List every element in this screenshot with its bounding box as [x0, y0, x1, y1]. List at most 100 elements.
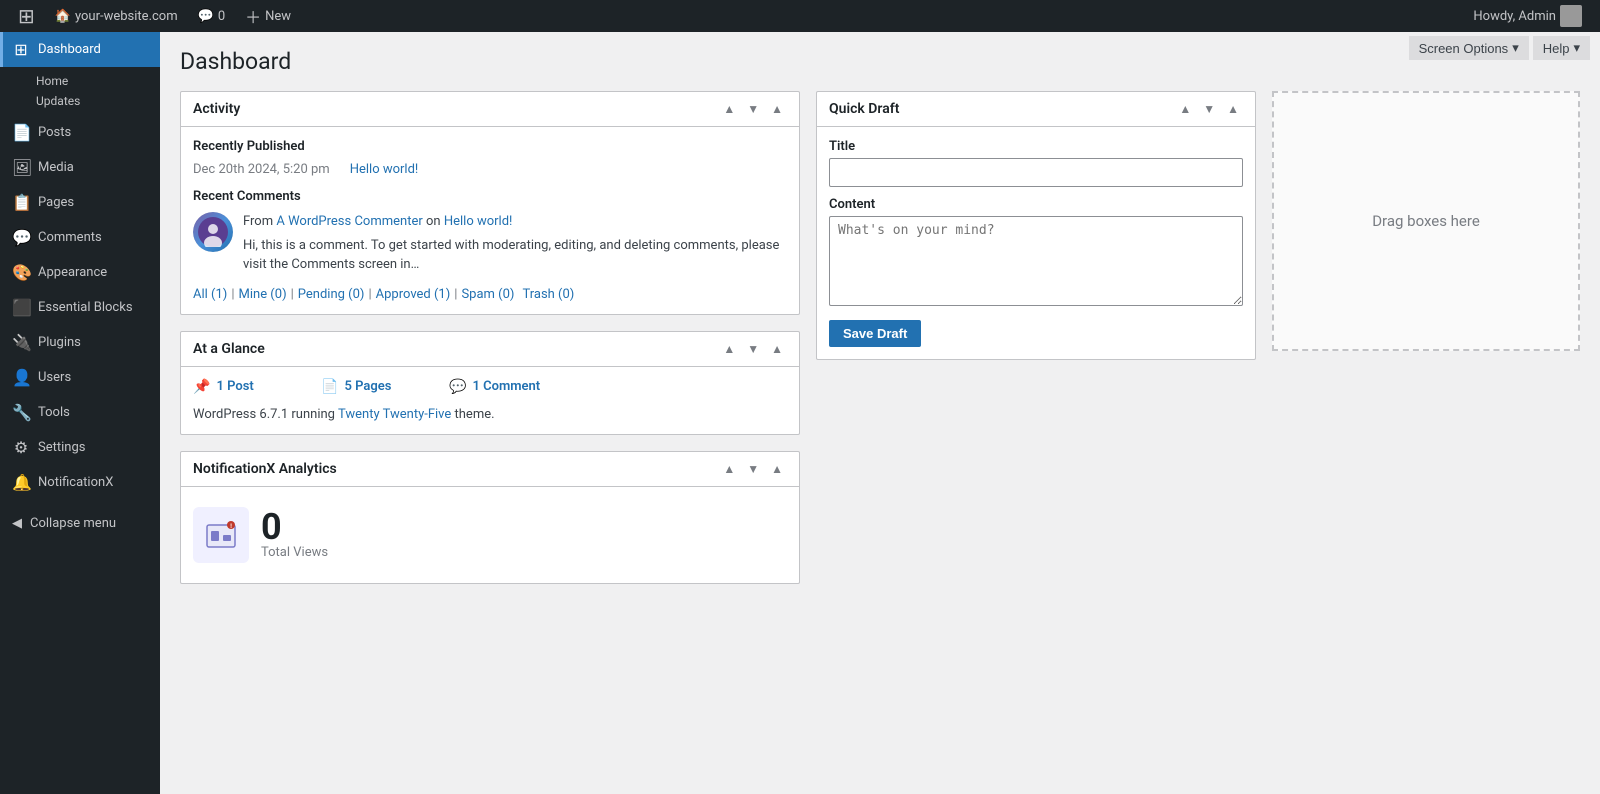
nx-collapse-down-btn[interactable]: ▼ [743, 460, 763, 478]
glance-comments-link[interactable]: 1 Comment [472, 379, 540, 394]
title-input[interactable] [829, 158, 1243, 187]
users-icon: 👤 [12, 368, 30, 387]
dashboard-col-left: Activity ▲ ▼ ▲ Recently Published [180, 91, 800, 584]
recently-published-section: Recently Published Dec 20th 2024, 5:20 p… [193, 139, 787, 177]
wp-logo-link[interactable]: ⊞ [8, 0, 45, 32]
comments-link[interactable]: 💬 0 [188, 0, 236, 32]
content-textarea[interactable] [829, 216, 1243, 306]
sidebar-item-plugins[interactable]: 🔌 Plugins [0, 325, 160, 360]
new-content-link[interactable]: ＋ New [235, 0, 301, 32]
comment-text: Hi, this is a comment. To get started wi… [243, 236, 787, 275]
drag-boxes-text: Drag boxes here [1372, 212, 1480, 230]
recently-published-heading: Recently Published [193, 139, 787, 154]
glance-pages-link[interactable]: 5 Pages [344, 379, 391, 394]
glance-pages-icon: 📄 [321, 379, 338, 395]
sidebar-item-users[interactable]: 👤 Users [0, 360, 160, 395]
activity-collapse-down-btn[interactable]: ▼ [743, 100, 763, 118]
title-field: Title [829, 139, 1243, 187]
sidebar-item-essential-blocks[interactable]: ⬛ Essential Blocks [0, 290, 160, 325]
settings-icon: ⚙ [12, 438, 30, 457]
nx-analytics-icon: ! [203, 517, 239, 553]
filter-trash[interactable]: Trash (0) [522, 287, 574, 302]
sidebar-item-pages[interactable]: 📋 Pages [0, 185, 160, 220]
plugins-icon: 🔌 [12, 333, 30, 352]
filter-mine[interactable]: Mine (0) [239, 287, 287, 302]
close-icon-4: ▲ [1227, 102, 1239, 116]
activity-close-btn[interactable]: ▲ [767, 100, 787, 118]
howdy-text: Howdy, Admin [1473, 9, 1556, 24]
activity-widget-body: Recently Published Dec 20th 2024, 5:20 p… [181, 127, 799, 314]
activity-widget-header: Activity ▲ ▼ ▲ [181, 92, 799, 127]
comments-count: 0 [218, 9, 225, 24]
save-draft-button[interactable]: Save Draft [829, 320, 921, 347]
tools-icon: 🔧 [12, 403, 30, 422]
glance-close-btn[interactable]: ▲ [767, 340, 787, 358]
close-icon-2: ▲ [771, 342, 783, 356]
commenter-name-link[interactable]: A WordPress Commenter [276, 214, 422, 229]
quick-draft-body: Title Content Save Draft [817, 127, 1255, 359]
nx-collapse-up-btn[interactable]: ▲ [719, 460, 739, 478]
qd-close-btn[interactable]: ▲ [1223, 100, 1243, 118]
glance-collapse-up-btn[interactable]: ▲ [719, 340, 739, 358]
sidebar-item-label-appearance: Appearance [38, 265, 107, 280]
quick-draft-title: Quick Draft [829, 101, 899, 117]
filter-spam[interactable]: Spam (0) [461, 287, 514, 302]
screen-meta-links: Screen Options ▾ Help ▾ [1399, 32, 1600, 64]
glance-pages: 📄 5 Pages [321, 379, 441, 395]
sidebar-item-tools[interactable]: 🔧 Tools [0, 395, 160, 430]
nx-close-btn[interactable]: ▲ [767, 460, 787, 478]
qd-collapse-up-btn[interactable]: ▲ [1175, 100, 1195, 118]
collapse-menu-button[interactable]: ◀ Collapse menu [0, 508, 160, 539]
avatar-img [193, 212, 233, 252]
sidebar-item-notificationx[interactable]: 🔔 NotificationX [0, 465, 160, 500]
nx-analytics-row: ! 0 Total Views [193, 499, 787, 571]
help-arrow: ▾ [1573, 40, 1580, 56]
at-a-glance-controls: ▲ ▼ ▲ [719, 340, 787, 358]
at-a-glance-title: At a Glance [193, 341, 265, 357]
sidebar-item-settings[interactable]: ⚙ Settings [0, 430, 160, 465]
sidebar-item-label-dashboard: Dashboard [38, 42, 101, 57]
sidebar-sub-home[interactable]: Home [36, 71, 160, 91]
content-field: Content [829, 197, 1243, 310]
collapse-arrow-icon: ◀ [12, 516, 22, 531]
filter-pending[interactable]: Pending (0) [298, 287, 365, 302]
dashboard-grid: Activity ▲ ▼ ▲ Recently Published [180, 91, 1580, 584]
glance-theme-link[interactable]: Twenty Twenty-Five [338, 407, 451, 422]
glance-posts-link[interactable]: 1 Post [216, 379, 253, 394]
comments-menu-icon: 💬 [12, 228, 30, 247]
arrow-up-icon-4: ▲ [1179, 102, 1191, 116]
site-name-link[interactable]: 🏠 your-website.com [45, 0, 188, 32]
sidebar-item-media[interactable]: 🖼 Media [0, 150, 160, 185]
help-button[interactable]: Help ▾ [1533, 36, 1590, 60]
glance-wp-version: WordPress 6.7.1 [193, 407, 288, 422]
help-label: Help [1543, 41, 1570, 56]
screen-options-button[interactable]: Screen Options ▾ [1409, 36, 1529, 60]
arrow-down-icon-2: ▼ [747, 342, 759, 356]
activity-widget: Activity ▲ ▼ ▲ Recently Published [180, 91, 800, 315]
sidebar-item-comments[interactable]: 💬 Comments [0, 220, 160, 255]
user-info-link[interactable]: Howdy, Admin [1463, 0, 1592, 32]
sidebar-item-dashboard[interactable]: ⊞ Dashboard [0, 32, 160, 67]
notificationx-analytics-body: ! 0 Total Views [181, 487, 799, 583]
published-link[interactable]: Hello world! [350, 162, 419, 177]
pages-icon: 📋 [12, 193, 30, 212]
sidebar-item-posts[interactable]: 📄 Posts [0, 115, 160, 150]
notificationx-analytics-controls: ▲ ▼ ▲ [719, 460, 787, 478]
nx-analytics-stats: 0 Total Views [261, 509, 328, 560]
published-item: Dec 20th 2024, 5:20 pm Hello world! [193, 162, 787, 177]
arrow-down-icon-3: ▼ [747, 462, 759, 476]
sidebar-item-appearance[interactable]: 🎨 Appearance [0, 255, 160, 290]
filter-approved[interactable]: Approved (1) [376, 287, 451, 302]
comment-item: From A WordPress Commenter on Hello worl… [193, 212, 787, 275]
glance-running-text: running [291, 407, 335, 422]
activity-collapse-up-btn[interactable]: ▲ [719, 100, 739, 118]
glance-collapse-down-btn[interactable]: ▼ [743, 340, 763, 358]
qd-collapse-down-btn[interactable]: ▼ [1199, 100, 1219, 118]
filter-all[interactable]: All (1) [193, 287, 227, 302]
nx-total-views-label: Total Views [261, 545, 328, 560]
arrow-up-icon: ▲ [723, 102, 735, 116]
sidebar-sub-updates[interactable]: Updates [36, 91, 160, 111]
collapse-menu-label: Collapse menu [30, 516, 116, 531]
sidebar-item-label-settings: Settings [38, 440, 85, 455]
comment-post-link[interactable]: Hello world! [444, 214, 513, 229]
